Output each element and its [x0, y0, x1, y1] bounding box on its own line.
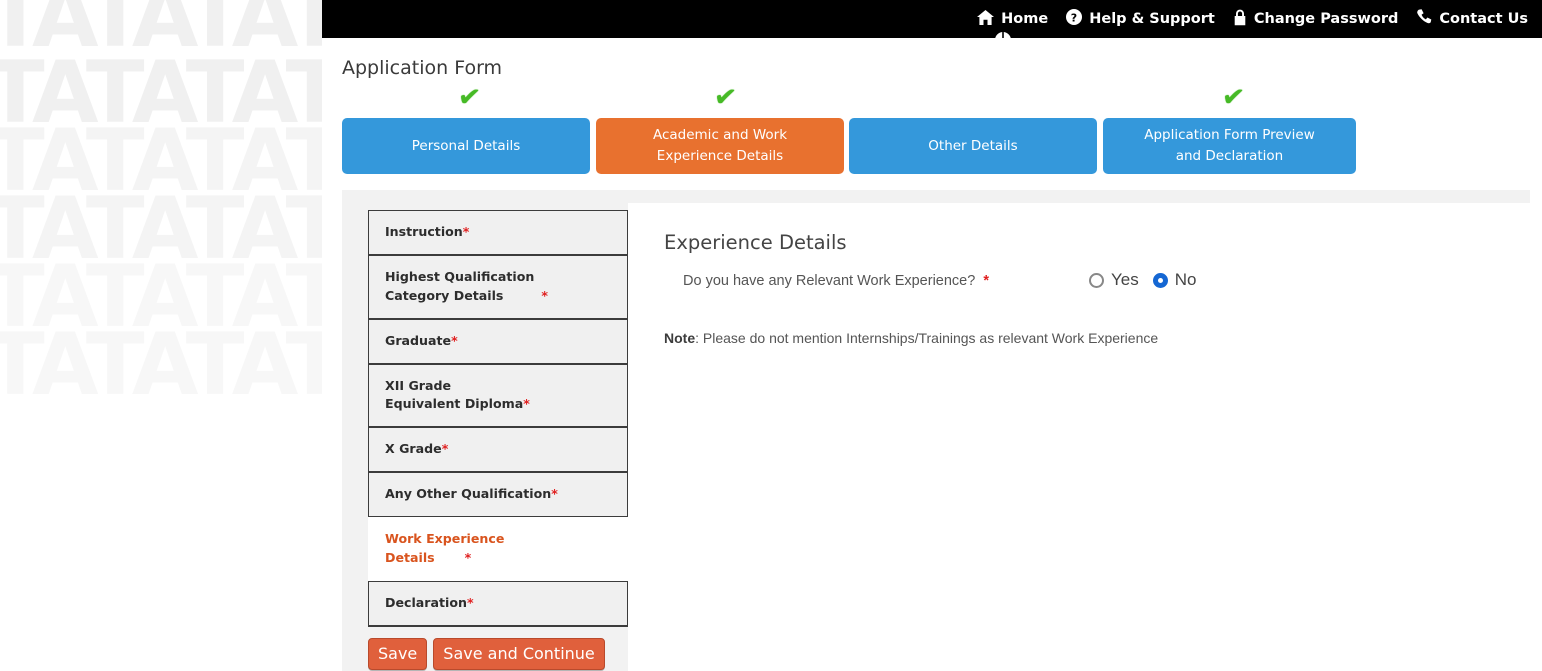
relevant-work-experience-radio-group: Yes No [1089, 270, 1196, 290]
wizard-tab-academic-work-experience-check-icon: ✔ [712, 80, 739, 115]
form-section-sidebar: Instruction* Highest Qualification Catego… [368, 210, 628, 627]
content-shell: Instruction* Highest Qualification Catego… [342, 190, 1530, 671]
wizard-tab-academic-work-experience-label: Academic and Work Experience Details [652, 127, 788, 164]
work-experience-note: Note: Please do not mention Internships/… [664, 330, 1504, 346]
wizard-tab-bar: Personal Details ✔ Academic and Work Expe… [342, 81, 1356, 180]
wizard-tab-application-preview-declaration-label: Application Form Preview and Declaration [1144, 127, 1315, 164]
required-asterisk: * [551, 486, 558, 502]
sidebar-item-x-grade[interactable]: X Grade* [368, 427, 628, 474]
note-label: Note [664, 330, 696, 346]
nav-link-contact-us-label: Contact Us [1439, 11, 1528, 27]
main-content-panel: Experience Details Do you have any Relev… [628, 203, 1530, 671]
sidebar-item-any-other-qualification-label: Any Other Qualification [385, 486, 552, 502]
lock-icon [1233, 9, 1247, 30]
top-navigation-bar: Home ? Help & Support Change Password Co… [322, 0, 1542, 38]
sidebar-item-highest-qualification-category-details[interactable]: Highest Qualification Category Details * [368, 254, 628, 320]
required-asterisk: * [983, 273, 989, 289]
page-body: Application Form Personal Details ✔ Acad… [322, 38, 1542, 671]
sidebar-item-x-grade-label: X Grade [385, 441, 442, 457]
sidebar-item-work-experience-details-label: Work Experience Details [385, 531, 505, 566]
radio-no-indicator[interactable] [1152, 272, 1168, 288]
save-button[interactable]: Save [368, 638, 428, 670]
save-and-continue-button[interactable]: Save and Continue [433, 638, 605, 670]
wizard-tab-personal-details-label: Personal Details [411, 137, 521, 154]
required-asterisk: * [541, 287, 549, 303]
nav-link-help-support-label: Help & Support [1089, 11, 1215, 27]
svg-text:?: ? [1071, 11, 1077, 24]
experience-details-form: Experience Details Do you have any Relev… [664, 231, 1504, 346]
question-circle-icon: ? [1066, 9, 1083, 29]
wizard-tab-personal-details-check-icon: ✔ [456, 80, 483, 115]
required-asterisk: * [464, 550, 472, 566]
radio-option-yes[interactable]: Yes [1089, 270, 1139, 290]
nav-link-change-password[interactable]: Change Password [1233, 9, 1399, 30]
form-action-buttons: Save Save and Continue [368, 638, 605, 670]
wizard-tab-other-details-label: Other Details [928, 137, 1018, 154]
page-title: Application Form [342, 57, 503, 79]
sidebar-item-xii-grade-equivalent-diploma[interactable]: XII Grade Equivalent Diploma* [368, 363, 628, 429]
wizard-tab-other-details[interactable]: Other Details [849, 118, 1097, 174]
radio-option-yes-label: Yes [1111, 270, 1139, 289]
radio-yes-indicator[interactable] [1089, 272, 1104, 288]
wizard-tab-personal-details[interactable]: Personal Details [342, 118, 590, 174]
nav-link-home[interactable]: Home [977, 9, 1049, 29]
home-icon [977, 9, 995, 29]
note-text: : Please do not mention Internships/Trai… [695, 330, 1159, 346]
nav-link-change-password-label: Change Password [1253, 11, 1399, 27]
top-nav-links: Home ? Help & Support Change Password Co… [977, 0, 1528, 38]
phone-icon [1416, 9, 1432, 29]
wizard-tab-academic-work-experience[interactable]: Academic and Work Experience Details [596, 118, 844, 174]
question-text: Do you have any Relevant Work Experience… [683, 273, 976, 289]
sidebar-item-instruction-label: Instruction [385, 224, 463, 239]
required-asterisk: * [523, 396, 530, 412]
nav-link-help-support[interactable]: ? Help & Support [1066, 9, 1215, 29]
sidebar-item-graduate-label: Graduate [385, 332, 452, 348]
wizard-tab-application-preview-declaration-check-icon: ✔ [1220, 80, 1247, 115]
sidebar-item-any-other-qualification[interactable]: Any Other Qualification* [368, 472, 628, 519]
watermark-backdrop: TATATATATATATA TATATATATATATA TATATATATA… [0, 0, 322, 671]
sidebar-item-instruction[interactable]: Instruction* [368, 210, 628, 256]
nav-link-contact-us[interactable]: Contact Us [1416, 9, 1528, 29]
sidebar-item-xii-grade-equivalent-diploma-label: XII Grade Equivalent Diploma [385, 377, 524, 412]
nav-link-home-label: Home [1001, 11, 1049, 27]
sidebar-item-declaration-label: Declaration [385, 594, 467, 610]
watermark-text: TATATATATATATA [0, 315, 322, 415]
relevant-work-experience-question-label: Do you have any Relevant Work Experience… [683, 273, 989, 289]
required-asterisk: * [441, 441, 449, 457]
relevant-work-experience-question-row: Do you have any Relevant Work Experience… [664, 270, 1504, 300]
radio-option-no[interactable]: No [1152, 270, 1197, 290]
required-asterisk: * [462, 224, 470, 239]
radio-option-no-label: No [1174, 270, 1197, 289]
sidebar-item-declaration[interactable]: Declaration* [368, 580, 628, 627]
required-asterisk: * [466, 594, 474, 610]
section-title: Experience Details [664, 231, 847, 254]
sidebar-item-graduate[interactable]: Graduate* [368, 318, 628, 365]
wizard-tab-application-preview-declaration[interactable]: Application Form Preview and Declaration [1103, 118, 1356, 174]
required-asterisk: * [451, 332, 458, 348]
sidebar-item-highest-qualification-category-details-label: Highest Qualification Category Details [385, 268, 535, 303]
sidebar-item-work-experience-details[interactable]: Work Experience Details * [368, 517, 628, 582]
